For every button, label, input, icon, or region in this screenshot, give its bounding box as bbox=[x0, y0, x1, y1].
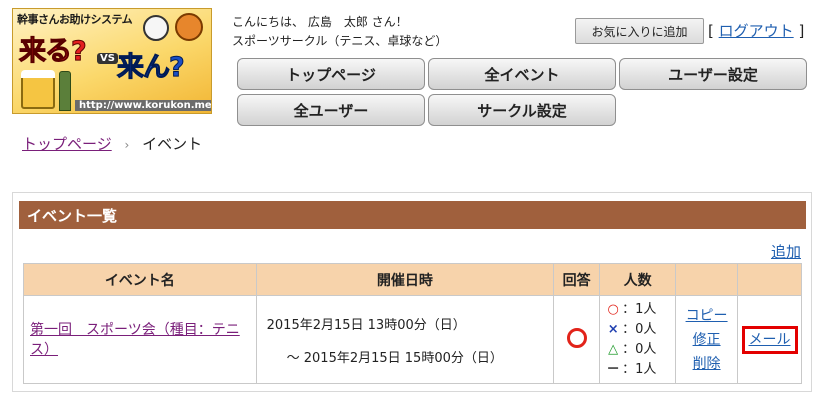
logo-text-kon: 来ん? bbox=[117, 52, 186, 84]
triangle-mark-icon: △ bbox=[608, 341, 619, 357]
nav-all-events[interactable]: 全イベント bbox=[428, 58, 616, 90]
count-none-value: ：1人 bbox=[622, 361, 657, 377]
col-header-answer: 回答 bbox=[553, 263, 601, 296]
event-table: イベント名 開催日時 回答 人数 第一回 スポーツ会（種目：テニス） 2015年… bbox=[23, 263, 802, 384]
event-date-start: 2015年2月15日 13時00分（日） bbox=[266, 317, 466, 333]
logo-vs: VS bbox=[97, 53, 118, 64]
dash-mark-icon: － bbox=[606, 361, 620, 377]
add-favorite-button[interactable]: お気に入りに追加 bbox=[575, 18, 704, 44]
actions-cell: コピー 修正 削除 bbox=[675, 295, 739, 384]
count-none: －：1人 bbox=[604, 360, 671, 380]
logo-text-kuru: 来る? bbox=[19, 36, 88, 68]
logo-tagline: 幹事さんお助けシステム bbox=[17, 13, 133, 26]
cross-mark-icon: × bbox=[607, 321, 619, 337]
col-header-actions bbox=[675, 263, 739, 296]
greeting-text: こんにちは、 広島 太郎 さん！ bbox=[232, 15, 408, 29]
mail-highlight: メール bbox=[741, 325, 798, 354]
bottle-icon bbox=[59, 71, 71, 111]
circle-name: スポーツサークル（テニス、卓球など） bbox=[232, 34, 448, 48]
event-date-cell: 2015年2月15日 13時00分（日） ～ 2015年2月15日 15時00分… bbox=[255, 295, 555, 384]
user-greeting: こんにちは、 広島 太郎 さん！ スポーツサークル（テニス、卓球など） bbox=[232, 13, 447, 51]
logout-bracket-open: [ bbox=[708, 22, 714, 40]
answer-cell[interactable] bbox=[553, 295, 601, 384]
event-title-link[interactable]: 第一回 スポーツ会（種目：テニス） bbox=[30, 322, 240, 358]
count-yes: ○ ：1人 bbox=[604, 300, 671, 320]
col-header-count: 人数 bbox=[599, 263, 677, 296]
table-row: 第一回 スポーツ会（種目：テニス） 2015年2月15日 13時00分（日） ～… bbox=[23, 295, 802, 384]
circle-mark-icon: ○ bbox=[607, 301, 619, 317]
count-no-value: ：0人 bbox=[622, 321, 657, 337]
event-name-cell: 第一回 スポーツ会（種目：テニス） bbox=[23, 295, 257, 384]
panel-title: イベント一覧 bbox=[19, 201, 806, 229]
count-maybe-value: ：0人 bbox=[622, 341, 657, 357]
event-date-end: ～ 2015年2月15日 15時00分（日） bbox=[286, 350, 503, 366]
nav-all-users[interactable]: 全ユーザー bbox=[237, 94, 425, 126]
col-header-event-name: イベント名 bbox=[23, 263, 257, 296]
nav-top-page[interactable]: トップページ bbox=[237, 58, 425, 90]
logout-link[interactable]: ログアウト bbox=[719, 22, 794, 40]
breadcrumb-home[interactable]: トップページ bbox=[22, 135, 112, 153]
copy-link[interactable]: コピー bbox=[676, 304, 737, 328]
col-header-mail bbox=[737, 263, 802, 296]
count-cell: ○ ：1人 × ：0人 △ ：0人 －：1人 bbox=[599, 295, 677, 384]
chevron-right-icon: › bbox=[124, 138, 130, 152]
answer-circle-icon[interactable] bbox=[566, 327, 587, 348]
edit-link[interactable]: 修正 bbox=[676, 328, 737, 352]
site-logo[interactable]: 幹事さんお助けシステム 来る? VS 来ん? http://www.koruko… bbox=[12, 8, 212, 114]
mail-link[interactable]: メール bbox=[749, 330, 791, 350]
logo-url: http://www.korukon.me bbox=[75, 100, 211, 111]
count-yes-value: ：1人 bbox=[622, 301, 657, 317]
logout-bracket-close: ] bbox=[798, 22, 805, 40]
nav-circle-settings[interactable]: サークル設定 bbox=[428, 94, 616, 126]
breadcrumb: トップページ › イベント bbox=[22, 133, 202, 154]
nav-user-settings[interactable]: ユーザー設定 bbox=[619, 58, 807, 90]
add-event: 追加 bbox=[771, 241, 801, 262]
logout-area: [ ログアウト ] bbox=[708, 20, 804, 41]
table-header-row: イベント名 開催日時 回答 人数 bbox=[23, 263, 802, 296]
event-list-panel: イベント一覧 追加 イベント名 開催日時 回答 人数 第一回 スポーツ会（種目：… bbox=[12, 192, 812, 392]
breadcrumb-current: イベント bbox=[142, 135, 203, 153]
soccer-ball-icon bbox=[143, 15, 169, 41]
col-header-date: 開催日時 bbox=[255, 263, 555, 296]
delete-link[interactable]: 削除 bbox=[676, 352, 737, 376]
mail-cell: メール bbox=[737, 295, 802, 384]
count-no: × ：0人 bbox=[604, 320, 671, 340]
beer-mug-icon bbox=[21, 70, 55, 109]
basketball-icon bbox=[175, 13, 203, 41]
add-event-link[interactable]: 追加 bbox=[771, 243, 801, 261]
count-maybe: △ ：0人 bbox=[604, 340, 671, 360]
